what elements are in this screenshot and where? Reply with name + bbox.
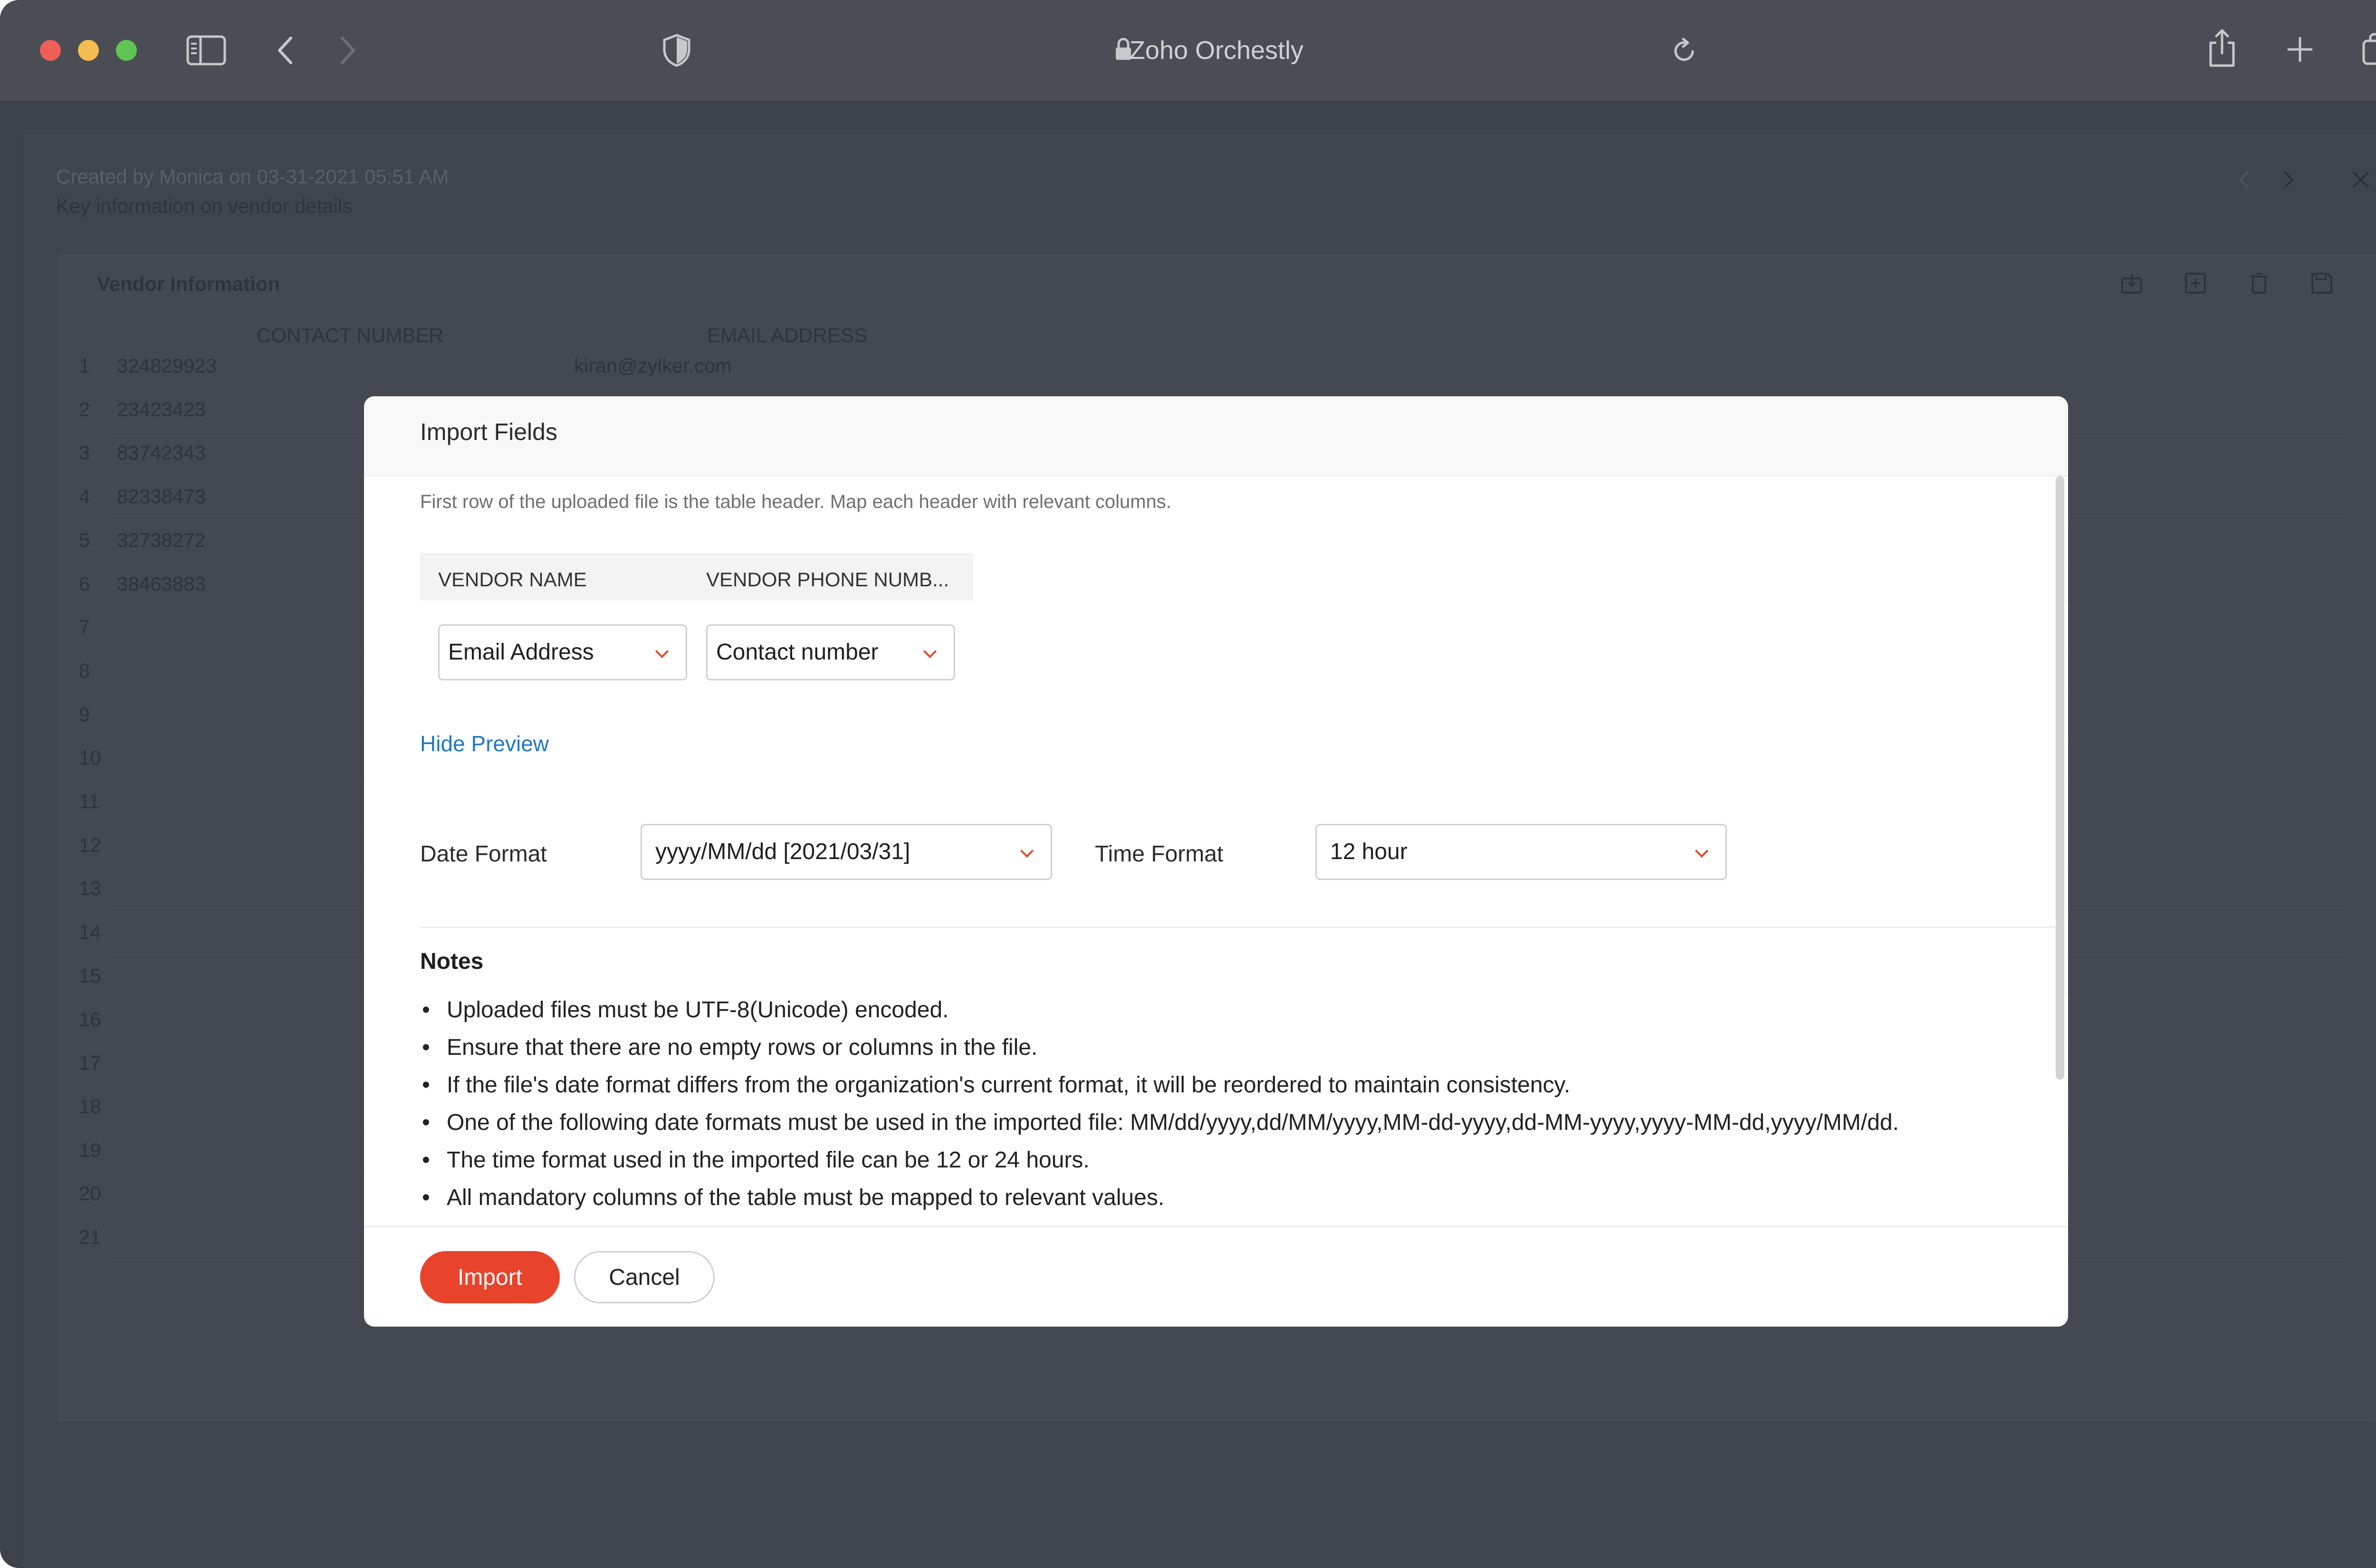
close-window-button[interactable] [40, 40, 61, 61]
card-title: Vendor Information [97, 273, 280, 295]
contact-cell[interactable]: 82338473 [117, 485, 206, 508]
delete-icon[interactable] [2249, 272, 2270, 295]
select-value: yyyy/MM/dd [2021/03/31] [655, 839, 910, 864]
add-row-icon[interactable] [2184, 272, 2207, 295]
contact-cell[interactable]: 324829923 [117, 354, 217, 377]
hide-preview-link[interactable]: Hide Preview [420, 731, 549, 756]
note-item: The time format used in the imported fil… [420, 1146, 1899, 1184]
dialog-description: First row of the uploaded file is the ta… [420, 491, 1171, 512]
contact-cell[interactable]: 23423423 [117, 398, 206, 421]
privacy-shield-icon[interactable] [661, 33, 692, 67]
row-number: 11 [79, 790, 100, 813]
row-number: 19 [79, 1138, 101, 1161]
back-icon[interactable] [276, 35, 295, 66]
import-button[interactable]: Import [420, 1251, 560, 1303]
chevron-down-icon [1695, 844, 1709, 858]
row-number: 13 [79, 877, 101, 900]
row-number: 5 [79, 528, 90, 551]
vendor-phone-mapping-select[interactable]: Contact number [706, 624, 955, 680]
row-number: 18 [79, 1095, 101, 1118]
address-bar[interactable]: Zoho Orchestly [1093, 31, 1340, 69]
row-number: 16 [79, 1008, 101, 1031]
cancel-button[interactable]: Cancel [574, 1251, 715, 1303]
new-tab-icon[interactable] [2287, 36, 2313, 63]
dialog-header: Import Fields [364, 396, 2068, 476]
notes-list: Uploaded files must be UTF-8(Unicode) en… [420, 996, 1899, 1221]
row-number: 2 [79, 398, 90, 421]
contact-cell[interactable]: 38463883 [117, 573, 206, 595]
browser-window: Zoho Orchestly Created by Monica on 03-3… [0, 0, 2376, 1568]
row-number: 20 [79, 1182, 101, 1205]
row-number: 17 [79, 1052, 101, 1074]
row-number: 10 [79, 746, 101, 769]
row-number: 7 [79, 616, 90, 639]
select-value: Email Address [448, 640, 594, 665]
row-number: 9 [79, 703, 90, 726]
vendor-name-mapping-select[interactable]: Email Address [438, 624, 687, 680]
note-item: Uploaded files must be UTF-8(Unicode) en… [420, 996, 1899, 1033]
header-vendor-name: VENDOR NAME [438, 568, 587, 591]
sidebar-toggle-icon[interactable] [186, 35, 226, 66]
select-value: 12 hour [1330, 839, 1408, 864]
forward-icon[interactable] [338, 35, 357, 66]
prev-record-icon[interactable] [2237, 170, 2251, 189]
mapping-header-row: VENDOR NAME VENDOR PHONE NUMB... [420, 553, 973, 601]
dialog-scrollbar[interactable] [2056, 476, 2064, 1080]
row-number: 12 [79, 833, 101, 856]
note-item: If the file's date format differs from t… [420, 1071, 1899, 1109]
select-value: Contact number [716, 640, 879, 665]
column-header-contact: CONTACT NUMBER [257, 324, 443, 346]
table-row[interactable]: 1 324829923 kiran@zylker.com [60, 346, 2374, 390]
row-number: 6 [79, 572, 90, 595]
row-number: 1 [79, 354, 90, 377]
contact-cell[interactable]: 83742343 [117, 441, 206, 464]
chevron-down-icon [1020, 844, 1034, 858]
email-cell[interactable]: kiran@zylker.com [574, 354, 732, 377]
row-number: 21 [79, 1226, 101, 1248]
next-record-icon[interactable] [2282, 170, 2295, 189]
section-divider [420, 927, 2060, 928]
note-item: Ensure that there are no empty rows or c… [420, 1033, 1899, 1071]
date-format-select[interactable]: yyyy/MM/dd [2021/03/31] [641, 824, 1052, 880]
minimize-window-button[interactable] [78, 40, 99, 61]
row-number: 14 [79, 921, 101, 944]
browser-toolbar: Zoho Orchestly [0, 0, 2376, 101]
note-item: One of the following date formats must b… [420, 1109, 1899, 1146]
download-icon[interactable] [2120, 272, 2143, 295]
zoom-window-button[interactable] [116, 40, 137, 61]
chevron-down-icon [655, 644, 669, 659]
share-icon[interactable] [2207, 29, 2237, 68]
created-by-text: Created by Monica on 03-31-2021 05:51 AM [56, 165, 449, 188]
reload-icon[interactable] [1672, 37, 1696, 65]
row-number: 8 [79, 659, 90, 682]
save-icon[interactable] [2310, 272, 2333, 295]
date-format-label: Date Format [420, 841, 547, 867]
time-format-label: Time Format [1095, 841, 1224, 867]
chevron-down-icon [923, 644, 937, 659]
close-record-icon[interactable] [2351, 170, 2370, 189]
record-description: Key information on vendor details [56, 195, 353, 217]
row-number: 15 [79, 964, 101, 987]
tab-overview-icon[interactable] [2362, 32, 2376, 67]
time-format-select[interactable]: 12 hour [1315, 824, 1727, 880]
column-header-email: EMAIL ADDRESS [707, 324, 867, 346]
notes-title: Notes [420, 949, 484, 974]
import-fields-dialog: Import Fields First row of the uploaded … [364, 396, 2068, 1327]
note-item: All mandatory columns of the table must … [420, 1184, 1899, 1221]
header-vendor-phone: VENDOR PHONE NUMB... [706, 568, 949, 591]
contact-cell[interactable]: 32738272 [117, 529, 206, 552]
dialog-title: Import Fields [420, 419, 557, 445]
row-number: 3 [79, 441, 90, 464]
row-number: 4 [79, 485, 90, 508]
dialog-footer: Import Cancel [364, 1226, 2068, 1327]
